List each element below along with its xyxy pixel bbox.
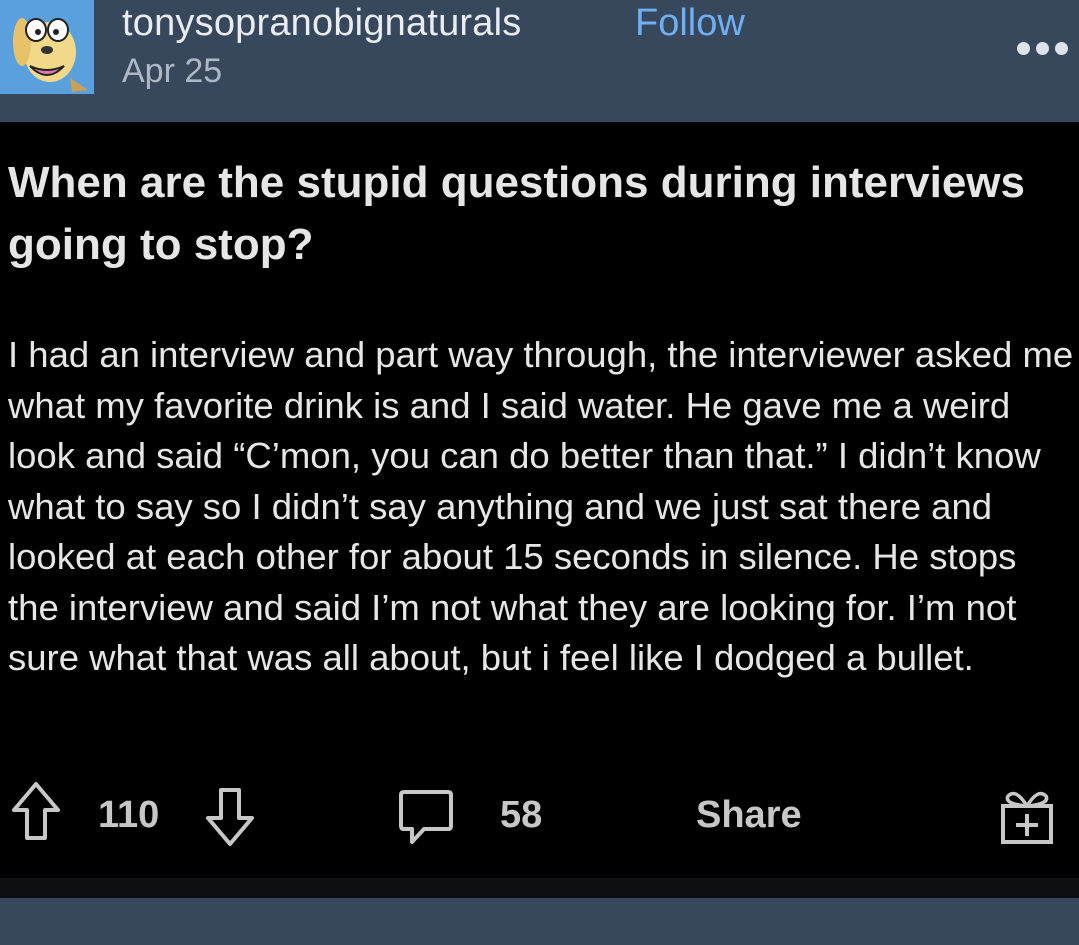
more-options-icon[interactable]	[1017, 38, 1073, 58]
username[interactable]: tonysopranobignaturals	[122, 2, 521, 45]
comment-bubble-icon[interactable]	[398, 788, 454, 851]
more-dot	[1055, 41, 1068, 55]
gift-award-icon[interactable]	[998, 786, 1056, 851]
more-dot	[1017, 41, 1030, 55]
cartoon-dog-avatar-icon	[0, 0, 94, 94]
downvote-arrow-icon[interactable]	[204, 786, 256, 853]
upvote-count: 110	[98, 794, 160, 836]
post-date: Apr 25	[122, 52, 223, 90]
post-footer-divider	[0, 878, 1079, 898]
post-content: When are the stupid questions during int…	[0, 122, 1079, 878]
avatar[interactable]	[0, 0, 94, 94]
post-header: tonysopranobignaturals Follow Apr 25	[0, 0, 1079, 122]
post-action-bar: 110 58 Share	[0, 780, 1079, 860]
post-screen: tonysopranobignaturals Follow Apr 25 Whe…	[0, 0, 1079, 945]
bottom-bar	[0, 898, 1079, 945]
post-body: I had an interview and part way through,…	[8, 334, 1074, 678]
comment-count: 58	[500, 794, 543, 836]
post-title[interactable]: When are the stupid questions during int…	[8, 152, 1068, 276]
more-dot	[1036, 41, 1049, 55]
share-button[interactable]: Share	[696, 794, 802, 837]
follow-button[interactable]: Follow	[635, 2, 745, 45]
upvote-arrow-icon[interactable]	[10, 780, 62, 847]
